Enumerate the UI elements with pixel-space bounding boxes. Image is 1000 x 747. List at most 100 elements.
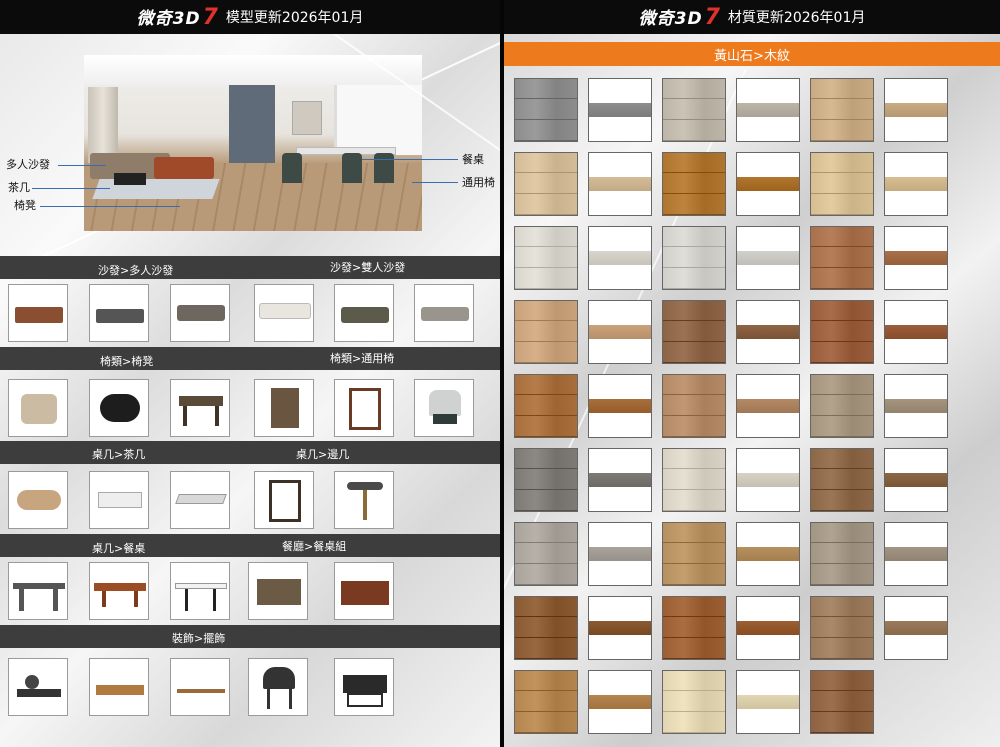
material-strip-tile[interactable] [884, 522, 948, 586]
model-tile-bench[interactable] [170, 379, 230, 437]
model-panel: 多人沙發 茶几 椅凳 餐桌 通用椅 沙發>多人沙發 沙發>雙人沙發 椅類>椅凳 … [0, 34, 500, 747]
callout-line [40, 206, 180, 207]
material-strip-tile[interactable] [884, 596, 948, 660]
callout-line [32, 188, 110, 189]
material-strip-tile[interactable] [884, 78, 948, 142]
material-plank-tile[interactable] [514, 596, 578, 660]
material-strip-tile[interactable] [884, 152, 948, 216]
callout-multi-sofa: 多人沙發 [6, 158, 50, 171]
material-strip-tile[interactable] [884, 374, 948, 438]
material-plank-tile[interactable] [662, 226, 726, 290]
material-plank-tile[interactable] [662, 374, 726, 438]
material-strip-tile[interactable] [588, 596, 652, 660]
material-plank-tile[interactable] [514, 152, 578, 216]
material-strip-tile[interactable] [884, 300, 948, 364]
section-bar-chairs [0, 347, 500, 370]
material-strip-tile[interactable] [588, 522, 652, 586]
model-tile-sofa[interactable] [254, 284, 314, 342]
model-tile-ottoman[interactable] [8, 379, 68, 437]
model-tile-sofa[interactable] [8, 284, 68, 342]
model-tile-sofa[interactable] [334, 284, 394, 342]
model-tile-dining-table[interactable] [170, 562, 230, 620]
material-strip-tile[interactable] [588, 152, 652, 216]
model-tile-armchair[interactable] [334, 379, 394, 437]
material-strip-tile[interactable] [736, 78, 800, 142]
model-tile-tea-set[interactable] [8, 658, 68, 716]
section-label-dining-set: 餐廳>餐桌組 [282, 540, 347, 553]
material-strip-tile[interactable] [736, 448, 800, 512]
material-plank-tile[interactable] [810, 226, 874, 290]
material-strip-tile[interactable] [588, 448, 652, 512]
model-tile-tray-set[interactable] [89, 658, 149, 716]
callout-line [58, 165, 106, 166]
material-plank-tile[interactable] [810, 670, 874, 734]
material-strip-tile[interactable] [736, 152, 800, 216]
model-tile-dining-table[interactable] [89, 562, 149, 620]
model-tile-coffee-table[interactable] [8, 471, 68, 529]
section-label-dining-table: 桌几>餐桌 [92, 542, 146, 555]
model-tile-coffee-table[interactable] [89, 471, 149, 529]
model-update-title: 模型更新2026年01月 [225, 10, 364, 26]
brand-logo: 微奇3D 7 [639, 4, 720, 30]
section-label-stool: 椅類>椅凳 [100, 355, 154, 368]
model-tile-grill[interactable] [248, 658, 308, 716]
model-tile-side-table[interactable] [254, 471, 314, 529]
model-tile-pig-stool[interactable] [89, 379, 149, 437]
material-plank-tile[interactable] [662, 596, 726, 660]
material-strip-tile[interactable] [736, 226, 800, 290]
material-plank-tile[interactable] [810, 78, 874, 142]
model-tile-sofa[interactable] [89, 284, 149, 342]
material-plank-tile[interactable] [810, 448, 874, 512]
material-strip-tile[interactable] [736, 522, 800, 586]
model-tile-sofa[interactable] [170, 284, 230, 342]
material-plank-tile[interactable] [514, 670, 578, 734]
material-update-title: 材質更新2026年01月 [727, 10, 866, 26]
material-plank-tile[interactable] [514, 448, 578, 512]
material-plank-tile[interactable] [514, 300, 578, 364]
model-tile-sofa[interactable] [414, 284, 474, 342]
brand-logo: 微奇3D 7 [137, 4, 218, 30]
section-bar-dining [0, 534, 500, 557]
model-tile-dining-set[interactable] [248, 562, 308, 620]
material-plank-tile[interactable] [810, 300, 874, 364]
material-strip-tile[interactable] [736, 596, 800, 660]
material-strip-tile[interactable] [884, 226, 948, 290]
model-tile-decor-set[interactable] [170, 658, 230, 716]
material-plank-tile[interactable] [662, 78, 726, 142]
model-tile-side-table[interactable] [334, 471, 394, 529]
material-plank-tile[interactable] [514, 522, 578, 586]
material-strip-tile[interactable] [736, 300, 800, 364]
material-strip-tile[interactable] [588, 374, 652, 438]
material-plank-tile[interactable] [662, 448, 726, 512]
model-tile-coffee-table[interactable] [170, 471, 230, 529]
material-strip-tile[interactable] [884, 448, 948, 512]
model-tile-dining-table[interactable] [8, 562, 68, 620]
model-tile-dining-set[interactable] [334, 562, 394, 620]
brand-number: 7 [202, 5, 218, 30]
material-plank-tile[interactable] [662, 152, 726, 216]
material-plank-tile[interactable] [662, 300, 726, 364]
material-plank-tile[interactable] [810, 374, 874, 438]
material-plank-tile[interactable] [514, 78, 578, 142]
section-label-ornaments: 裝飾>擺飾 [172, 632, 226, 645]
material-strip-tile[interactable] [588, 300, 652, 364]
material-plank-tile[interactable] [810, 522, 874, 586]
material-strip-tile[interactable] [588, 78, 652, 142]
model-tile-armchair[interactable] [254, 379, 314, 437]
material-strip-tile[interactable] [588, 226, 652, 290]
section-label-multi-sofa: 沙發>多人沙發 [98, 264, 174, 277]
material-strip-tile[interactable] [588, 670, 652, 734]
material-plank-tile[interactable] [662, 522, 726, 586]
section-label-side-table: 桌几>邊几 [296, 448, 350, 461]
material-plank-tile[interactable] [514, 226, 578, 290]
material-strip-tile[interactable] [736, 374, 800, 438]
material-plank-tile[interactable] [514, 374, 578, 438]
model-tile-grill[interactable] [334, 658, 394, 716]
material-plank-tile[interactable] [810, 152, 874, 216]
material-strip-tile[interactable] [736, 670, 800, 734]
material-plank-tile[interactable] [662, 670, 726, 734]
material-plank-tile[interactable] [810, 596, 874, 660]
model-tile-armchair[interactable] [414, 379, 474, 437]
callout-dining-table: 餐桌 [462, 153, 484, 166]
callout-stool: 椅凳 [14, 199, 36, 212]
